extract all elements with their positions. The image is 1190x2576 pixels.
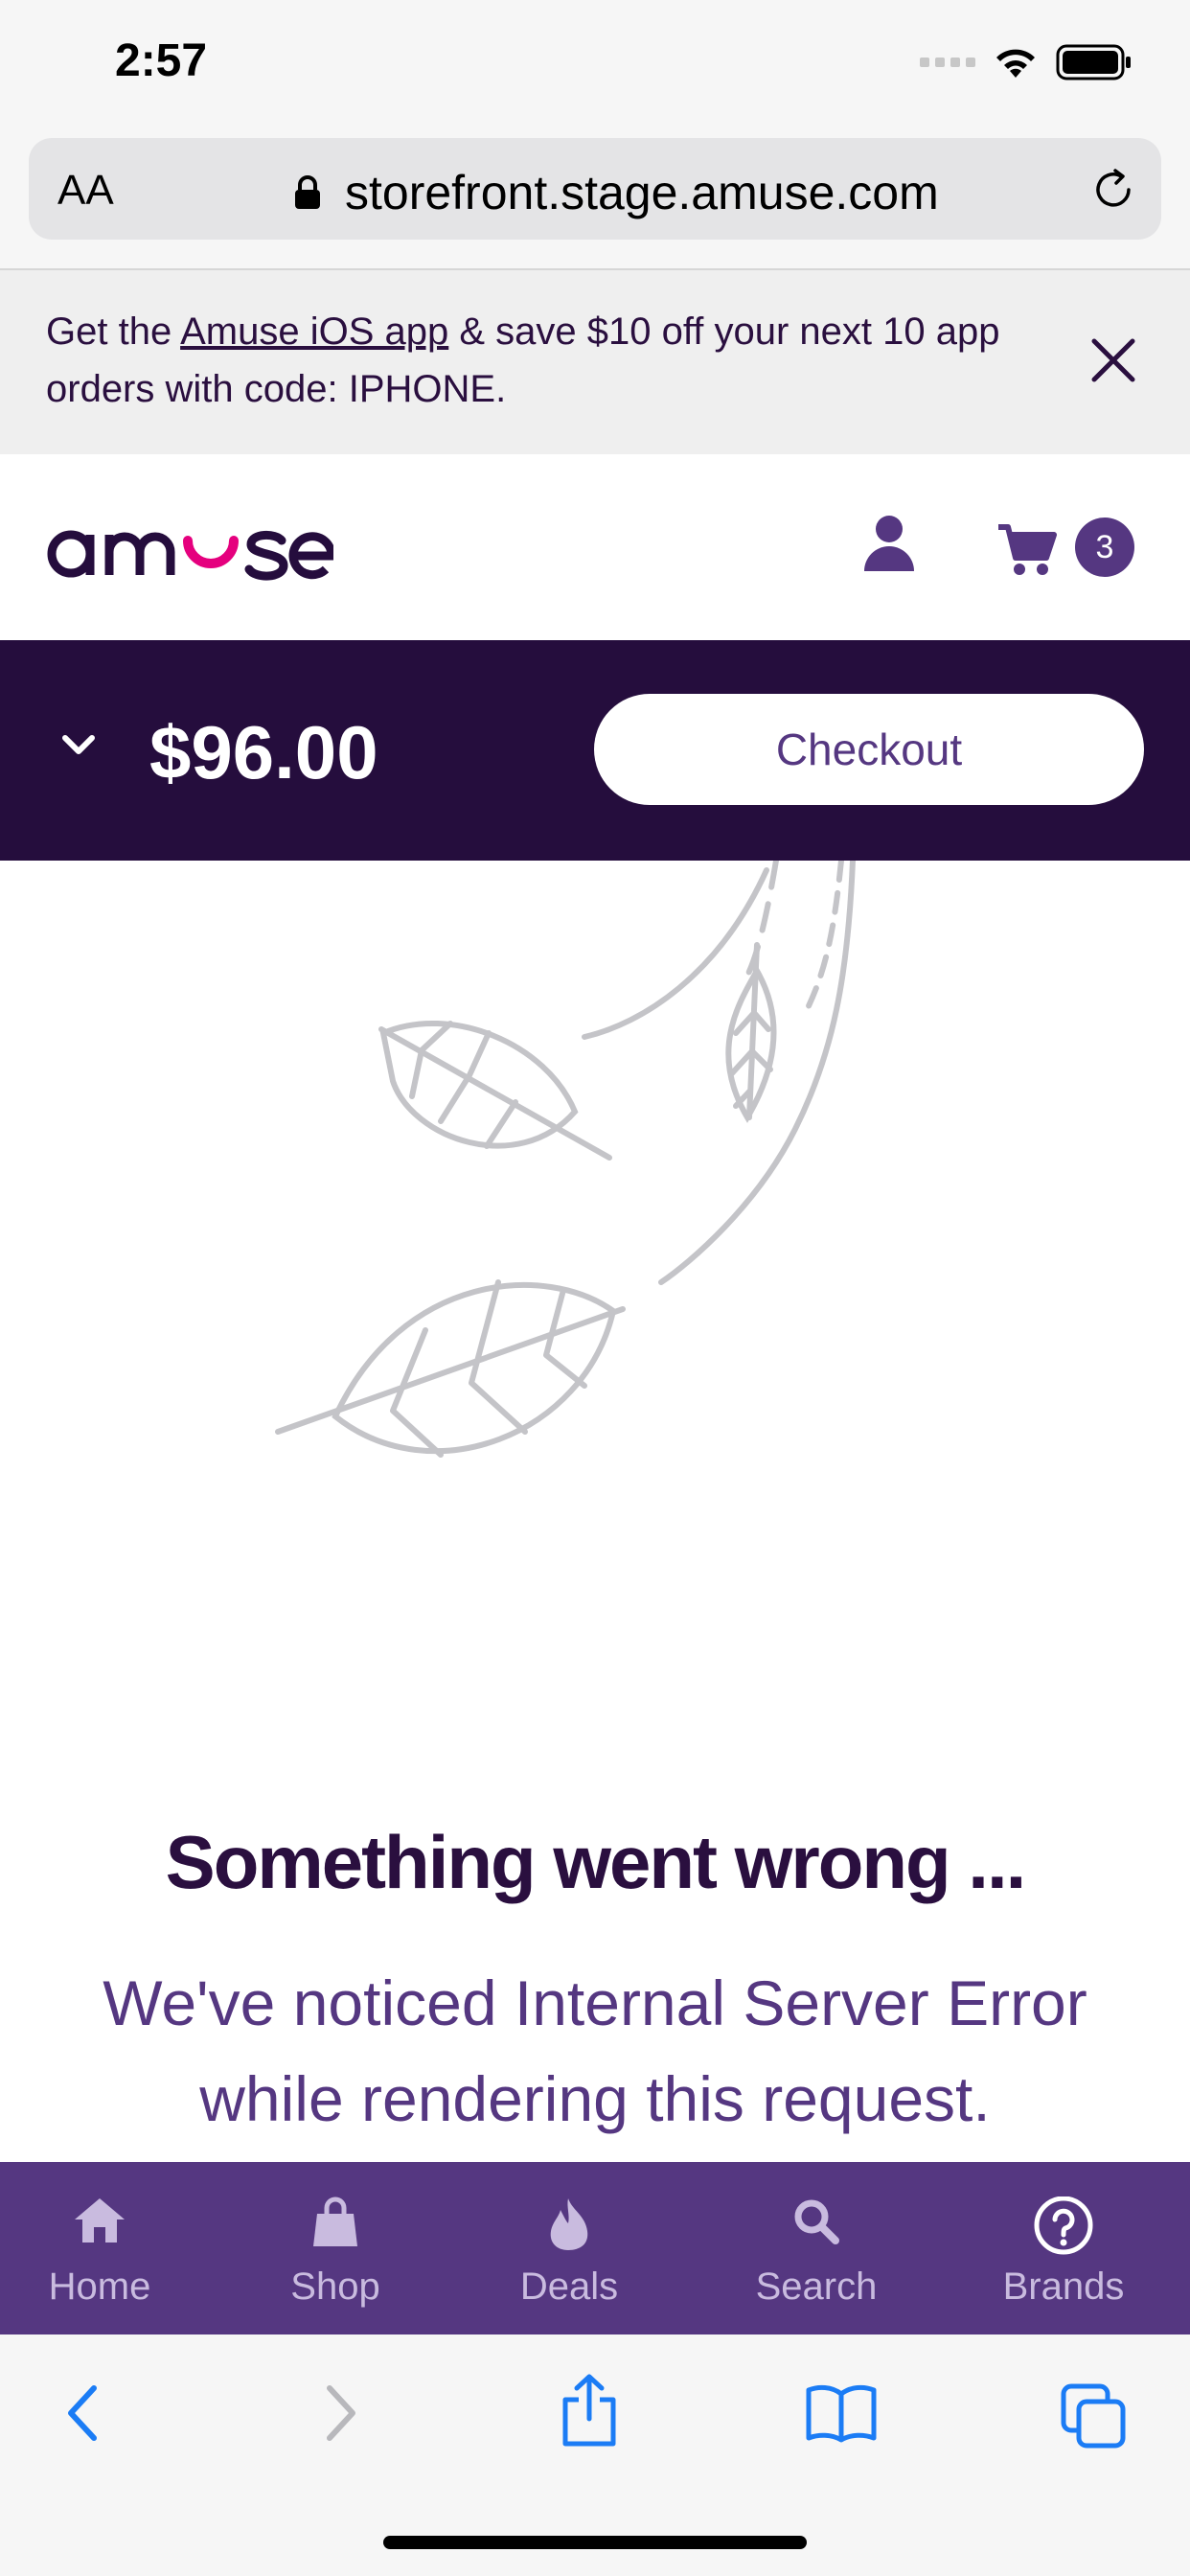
status-bar: 2:57 (0, 0, 1190, 134)
flame-icon (550, 2198, 588, 2250)
tab-label: Deals (519, 2266, 619, 2308)
tab-label: Shop (290, 2266, 380, 2308)
falling-leaves-illustration (275, 861, 856, 1458)
cart-summary-bar: $96.00 Checkout (0, 640, 1190, 861)
bottom-tab-bar: Home Shop Deals Search Brands (0, 2162, 1190, 2334)
tab-home[interactable]: Home (4, 2162, 195, 2334)
home-indicator (383, 2536, 807, 2549)
share-icon[interactable] (560, 2373, 619, 2448)
tab-label: Brands (1002, 2266, 1125, 2308)
address-bar[interactable]: AA storefront.stage.amuse.com (29, 138, 1161, 240)
promo-text: Get the Amuse iOS app & save $10 off you… (46, 310, 1000, 410)
close-icon[interactable] (1088, 335, 1138, 385)
tab-label: Home (48, 2266, 151, 2308)
battery-icon (1056, 44, 1131, 80)
search-icon (794, 2199, 839, 2244)
reload-icon[interactable] (1090, 167, 1136, 213)
back-icon[interactable] (63, 2382, 102, 2444)
app-promo-banner: Get the Amuse iOS app & save $10 off you… (0, 270, 1190, 454)
tabs-icon[interactable] (1060, 2382, 1127, 2450)
tab-search[interactable]: Search (721, 2162, 912, 2334)
tab-label: Search (755, 2266, 878, 2308)
browser-toolbar: AA storefront.stage.amuse.com (0, 134, 1190, 270)
amuse-logo[interactable] (46, 502, 333, 588)
site-header: 3 (0, 454, 1190, 640)
error-title: Something went wrong ... (165, 1820, 1027, 1904)
status-time: 2:57 (115, 35, 208, 86)
chevron-down-icon[interactable] (59, 730, 98, 757)
reader-text-size-button[interactable]: AA (57, 167, 114, 215)
bookmarks-icon[interactable] (805, 2382, 878, 2444)
cart-icon[interactable] (996, 521, 1058, 577)
status-icons (920, 44, 1133, 80)
wifi-icon (996, 49, 1035, 78)
tab-deals[interactable]: Deals (473, 2162, 665, 2334)
url-text: storefront.stage.amuse.com (345, 166, 939, 219)
signal-icon (920, 58, 975, 67)
tab-shop[interactable]: Shop (240, 2162, 431, 2334)
safari-toolbar (0, 2334, 1190, 2576)
account-icon[interactable] (862, 514, 916, 573)
lock-icon (295, 175, 320, 209)
help-icon (1034, 2196, 1093, 2255)
forward-icon[interactable] (322, 2382, 360, 2444)
cart-count-badge: 3 (1075, 518, 1134, 577)
error-message: We've noticed Internal Server Error whil… (103, 1967, 1087, 2134)
home-icon (75, 2198, 125, 2242)
bag-icon (313, 2196, 357, 2246)
ios-app-link[interactable]: Amuse iOS app (180, 310, 448, 353)
cart-total: $96.00 (149, 710, 378, 794)
checkout-button[interactable]: Checkout (594, 694, 1144, 805)
tab-brands[interactable]: Brands (968, 2162, 1159, 2334)
